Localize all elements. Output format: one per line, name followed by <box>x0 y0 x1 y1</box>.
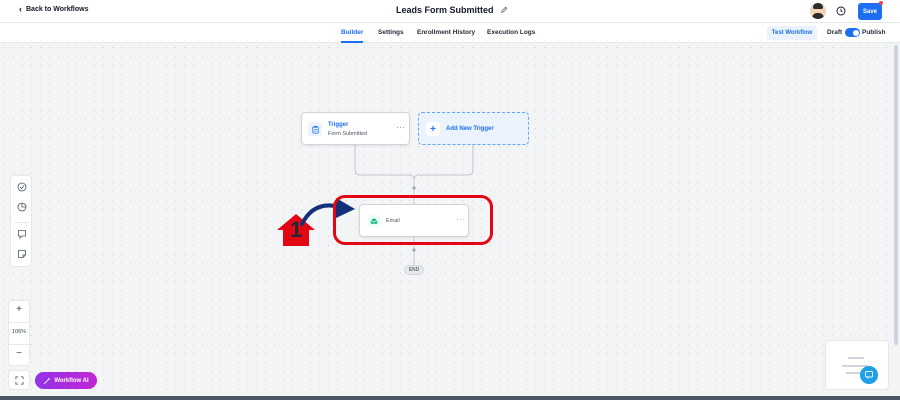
sticky-note-icon[interactable] <box>16 248 28 260</box>
add-new-trigger-button[interactable]: + Add New Trigger <box>418 112 529 145</box>
tools-divider <box>15 222 29 223</box>
save-button[interactable]: Save <box>858 3 882 20</box>
window-bottom-bar <box>0 396 900 400</box>
unsaved-indicator <box>879 1 883 5</box>
check-circle-icon[interactable] <box>16 181 28 193</box>
tabs-bar: Builder Settings Enrollment History Exec… <box>0 23 900 43</box>
publish-label: Publish <box>862 29 886 36</box>
plus-icon: + <box>426 122 440 136</box>
zoom-divider <box>9 322 29 323</box>
zoom-out-button[interactable]: − <box>9 348 29 359</box>
chat-icon <box>865 371 873 379</box>
zoom-divider <box>9 344 29 345</box>
workflow-title-text: Leads Form Submitted <box>396 5 494 15</box>
more-options-icon[interactable]: ··· <box>396 123 406 132</box>
workflow-title: Leads Form Submitted <box>396 5 508 15</box>
tab-settings[interactable]: Settings <box>378 29 404 36</box>
tab-enrollment-history[interactable]: Enrollment History <box>417 29 475 36</box>
zoom-controls: + 106% − <box>8 300 30 366</box>
back-label: Back to Workflows <box>26 6 89 13</box>
comment-icon[interactable] <box>16 228 28 240</box>
magic-wand-icon <box>44 377 51 384</box>
clipboard-icon <box>308 122 322 136</box>
annotation-step-number: 1 <box>290 217 303 242</box>
top-header: ‹ Back to Workflows Leads Form Submitted… <box>0 0 900 23</box>
tab-builder[interactable]: Builder <box>341 29 363 36</box>
end-node: END <box>404 265 424 275</box>
trigger-card[interactable]: Trigger Form Submitted ··· <box>301 112 410 145</box>
publish-toggle[interactable] <box>845 28 860 37</box>
zoom-in-button[interactable]: + <box>9 304 29 315</box>
timer-icon[interactable] <box>16 201 28 213</box>
tab-execution-logs[interactable]: Execution Logs <box>487 29 535 36</box>
help-chat-button[interactable] <box>860 366 878 384</box>
workflow-ai-button[interactable]: Workflow AI <box>35 372 97 389</box>
workflow-ai-label: Workflow AI <box>54 377 89 384</box>
clock-icon[interactable] <box>836 6 846 16</box>
trigger-subtitle: Form Submitted <box>328 131 368 137</box>
draft-label: Draft <box>827 29 843 36</box>
add-new-trigger-label: Add New Trigger <box>446 126 494 132</box>
back-to-workflows-link[interactable]: ‹ Back to Workflows <box>19 4 89 14</box>
expand-icon <box>14 375 24 385</box>
annotation-highlight-box <box>333 195 493 245</box>
canvas-tools-panel <box>10 175 32 267</box>
avatar[interactable] <box>810 3 826 19</box>
minimap-node <box>848 357 864 359</box>
test-workflow-button[interactable]: Test Workflow <box>767 26 817 40</box>
pencil-icon[interactable] <box>500 6 508 14</box>
chevron-left-icon: ‹ <box>19 4 22 14</box>
fit-view-button[interactable] <box>8 370 30 390</box>
trigger-title: Trigger <box>328 122 349 128</box>
zoom-level: 106% <box>11 329 27 335</box>
scrollbar-thumb[interactable] <box>894 45 898 345</box>
minimap[interactable] <box>825 340 889 390</box>
